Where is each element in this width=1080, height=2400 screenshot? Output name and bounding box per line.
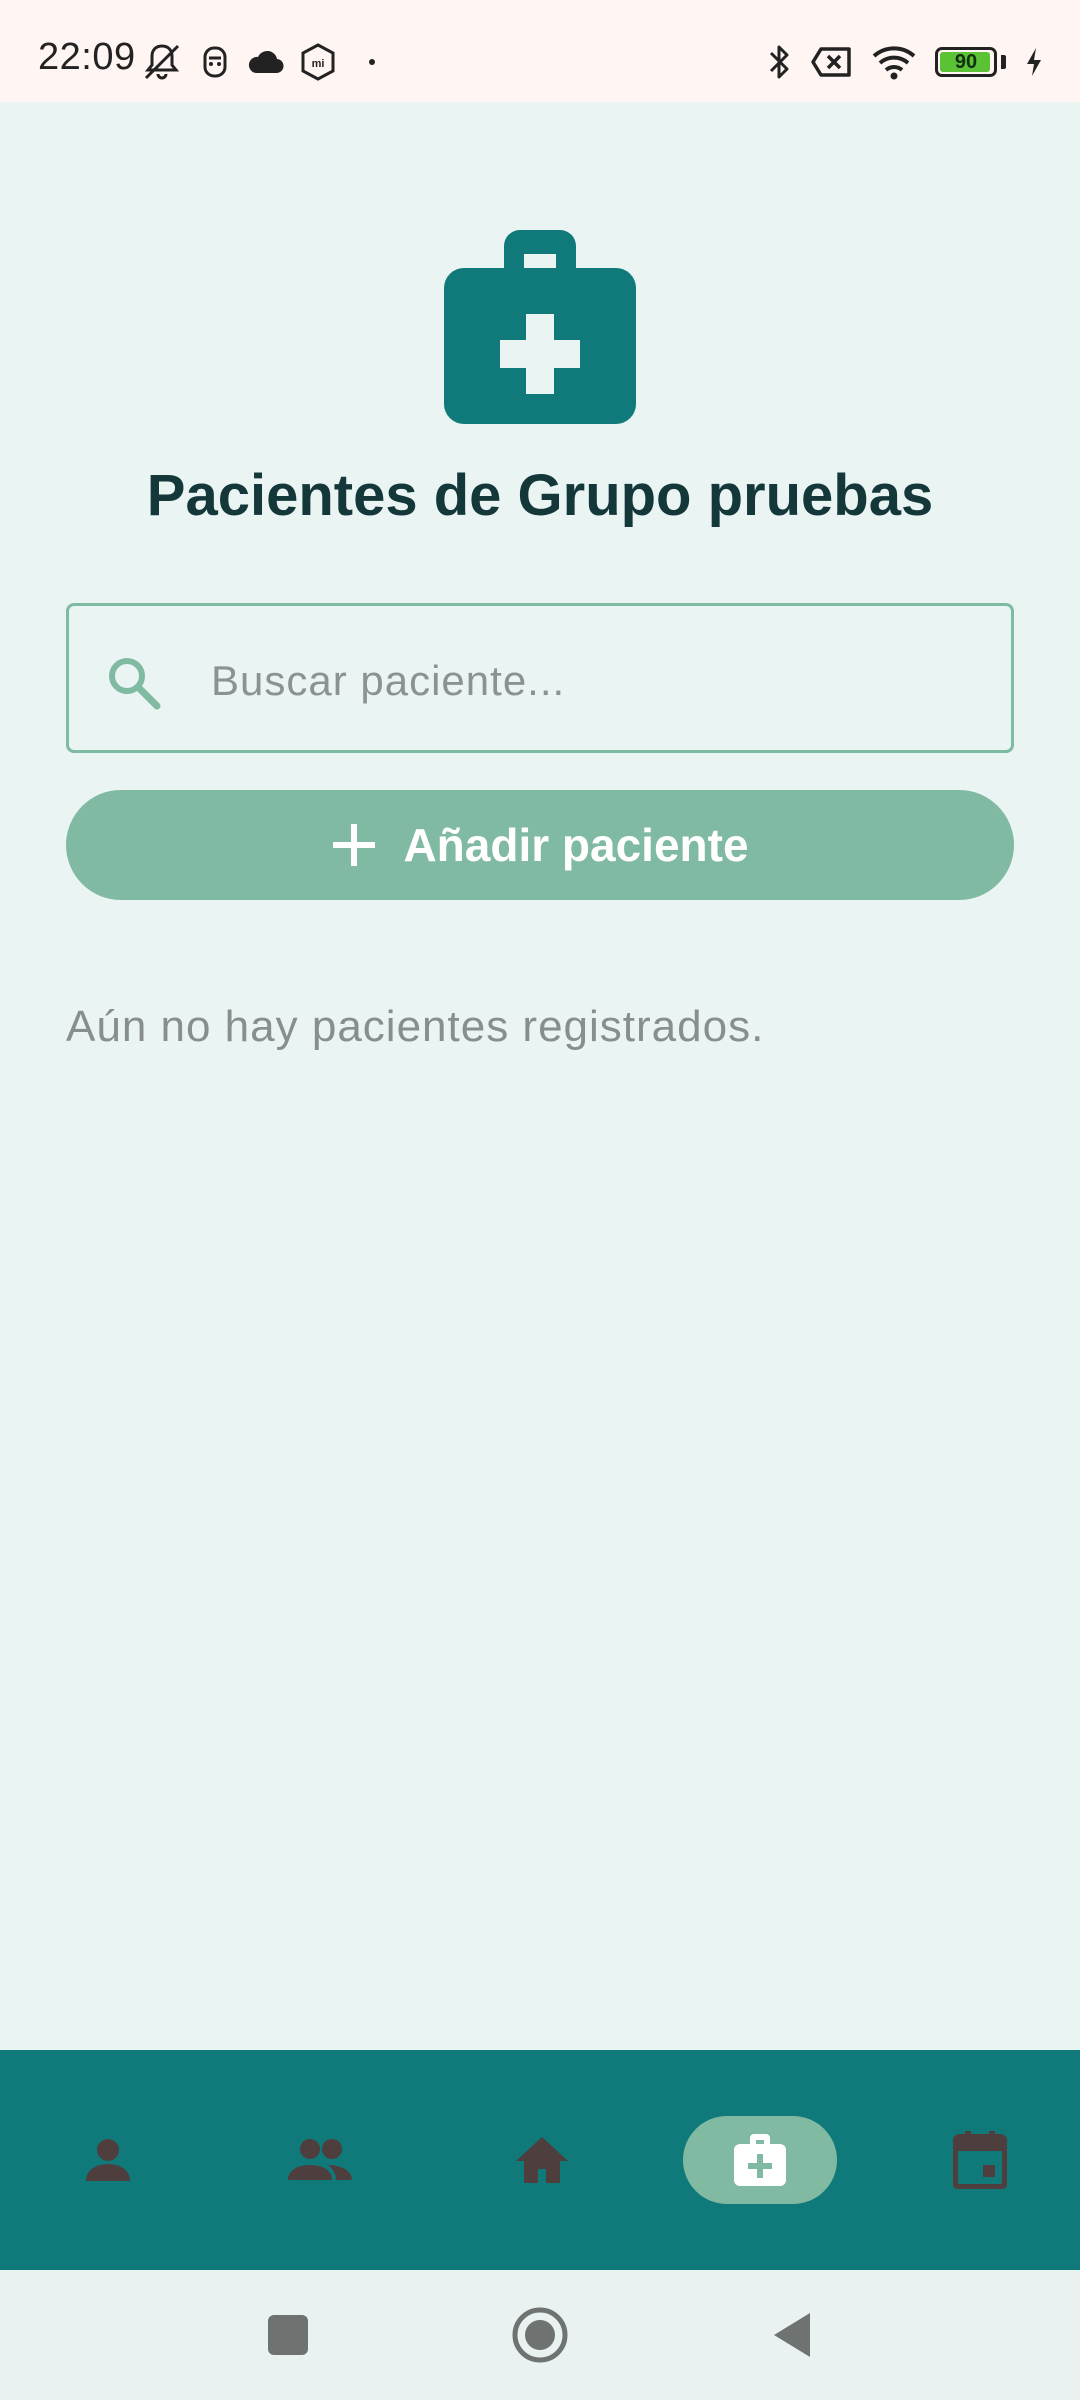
recents-icon — [268, 2315, 308, 2355]
bottom-navigation — [0, 2050, 1080, 2270]
nav-item-home[interactable] — [434, 2050, 650, 2270]
svg-text:mi: mi — [312, 58, 325, 70]
back-button[interactable] — [732, 2270, 852, 2400]
search-icon — [105, 654, 163, 712]
bluetooth-icon — [767, 42, 793, 82]
empty-state-text: Aún no hay pacientes registrados. — [66, 1002, 765, 1051]
bell-off-icon — [140, 42, 184, 82]
medical-bag-icon — [444, 230, 636, 424]
search-field[interactable] — [66, 603, 1014, 753]
nav-item-patients[interactable] — [652, 2050, 868, 2270]
search-input[interactable] — [209, 636, 993, 726]
nav-item-groups[interactable] — [212, 2050, 428, 2270]
battery-nub — [1001, 55, 1006, 69]
add-patient-button[interactable]: Añadir paciente — [66, 790, 1014, 900]
home-icon — [516, 2137, 568, 2183]
status-icons-left: mi — [140, 40, 382, 84]
status-icons-right: 90 — [767, 40, 1044, 84]
home-system-button[interactable] — [480, 2270, 600, 2400]
calendar-icon — [953, 2131, 1007, 2189]
battery-level: 90 — [954, 51, 978, 73]
medical-bag-icon — [734, 2134, 786, 2186]
dot-icon — [352, 47, 382, 77]
person-icon — [86, 2139, 130, 2181]
mi-icon: mi — [300, 43, 336, 81]
plus-icon — [331, 822, 377, 868]
cloud-icon — [246, 49, 284, 75]
no-sim-icon — [811, 46, 853, 78]
back-icon — [774, 2313, 810, 2357]
system-navigation-bar — [0, 2270, 1080, 2400]
home-circle-icon — [512, 2307, 568, 2363]
nav-item-profile[interactable] — [0, 2050, 216, 2270]
group-icon — [288, 2139, 352, 2180]
charging-icon — [1024, 46, 1044, 78]
wifi-icon — [871, 44, 917, 80]
status-bar: 22:09 mi 90 — [0, 0, 1080, 102]
battery-icon: 90 — [935, 47, 997, 77]
recents-button[interactable] — [228, 2270, 348, 2400]
status-time: 22:09 — [38, 36, 136, 78]
nav-item-calendar[interactable] — [872, 2050, 1080, 2270]
page-title: Pacientes de Grupo pruebas — [146, 463, 934, 528]
add-patient-label: Añadir paciente — [403, 819, 749, 871]
face-icon — [200, 44, 230, 80]
